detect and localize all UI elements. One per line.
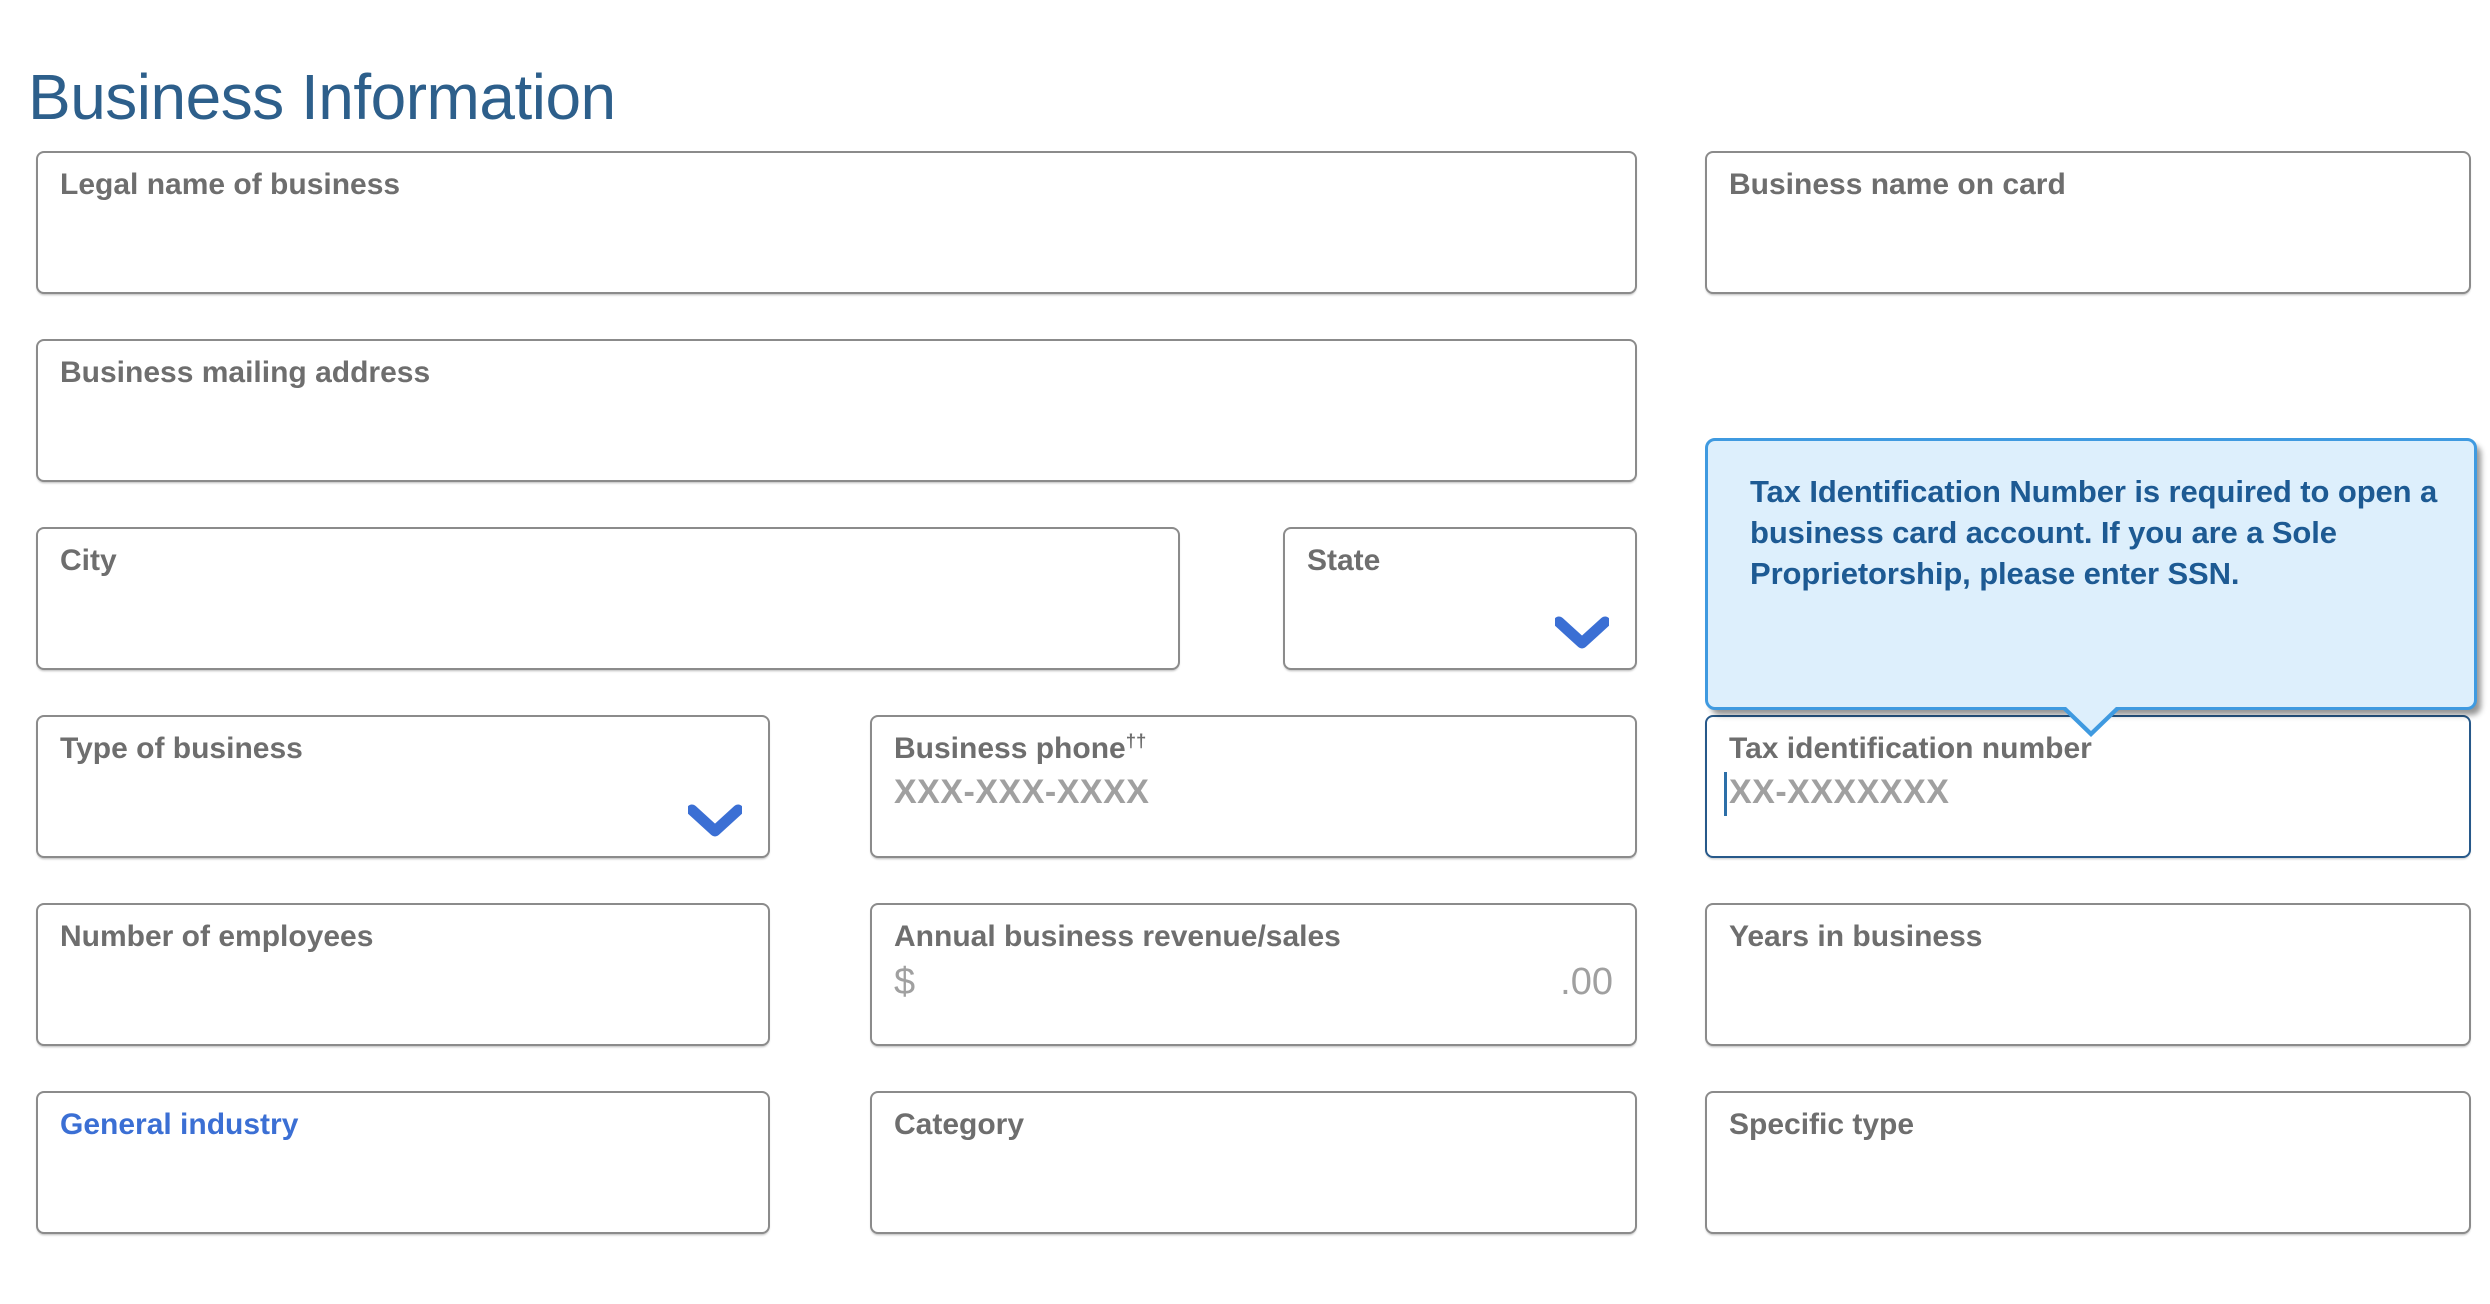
years-in-business-label: Years in business (1729, 920, 1983, 953)
chevron-down-icon[interactable] (688, 804, 742, 838)
business-phone-field[interactable]: Business phone†† XXX-XXX-XXXX (870, 715, 1637, 858)
business-name-on-card-field[interactable]: Business name on card (1705, 151, 2471, 294)
business-phone-label-text: Business phone (894, 732, 1126, 765)
general-industry-field[interactable]: General industry (36, 1091, 770, 1234)
currency-symbol: $ (894, 961, 916, 1004)
tax-id-tooltip-text: Tax Identification Number is required to… (1750, 474, 2438, 592)
city-field[interactable]: City (36, 527, 1180, 670)
type-of-business-label: Type of business (60, 732, 303, 765)
general-industry-label: General industry (60, 1108, 299, 1141)
text-caret (1724, 772, 1727, 817)
legal-name-of-business-label: Legal name of business (60, 168, 401, 201)
annual-business-revenue-label: Annual business revenue/sales (894, 920, 1341, 953)
tax-id-tooltip: Tax Identification Number is required to… (1705, 438, 2477, 737)
specific-type-field[interactable]: Specific type (1705, 1091, 2471, 1234)
category-field[interactable]: Category (870, 1091, 1637, 1234)
city-label: City (60, 544, 117, 577)
business-mailing-address-field[interactable]: Business mailing address (36, 339, 1637, 482)
tooltip-arrow-fill (2065, 706, 2117, 731)
business-information-page: Business Information Legal name of busin… (0, 0, 2490, 1304)
tax-id-placeholder-text: XX-XXXXXXX (1729, 773, 1950, 812)
annual-business-revenue-value-row: $ .00 (894, 962, 1613, 1004)
chevron-down-icon[interactable] (1555, 616, 1609, 650)
decimal-suffix: .00 (1560, 961, 1613, 1004)
specific-type-label: Specific type (1729, 1108, 1915, 1141)
business-phone-label: Business phone†† (894, 731, 1613, 766)
state-label: State (1307, 544, 1381, 577)
double-dagger-footnote-marker: †† (1125, 730, 1147, 751)
type-of-business-dropdown[interactable]: Type of business (36, 715, 770, 858)
business-name-on-card-label: Business name on card (1729, 168, 2066, 201)
annual-business-revenue-field[interactable]: Annual business revenue/sales $ .00 (870, 903, 1637, 1046)
business-mailing-address-label: Business mailing address (60, 356, 431, 389)
business-phone-placeholder: XXX-XXX-XXXX (894, 773, 1150, 812)
tax-identification-number-placeholder: XX-XXXXXXX (1724, 772, 2447, 817)
number-of-employees-label: Number of employees (60, 920, 374, 953)
legal-name-of-business-field[interactable]: Legal name of business (36, 151, 1637, 294)
page-title: Business Information (28, 60, 616, 133)
years-in-business-field[interactable]: Years in business (1705, 903, 2471, 1046)
state-dropdown[interactable]: State (1283, 527, 1637, 670)
number-of-employees-field[interactable]: Number of employees (36, 903, 770, 1046)
category-label: Category (894, 1108, 1025, 1141)
